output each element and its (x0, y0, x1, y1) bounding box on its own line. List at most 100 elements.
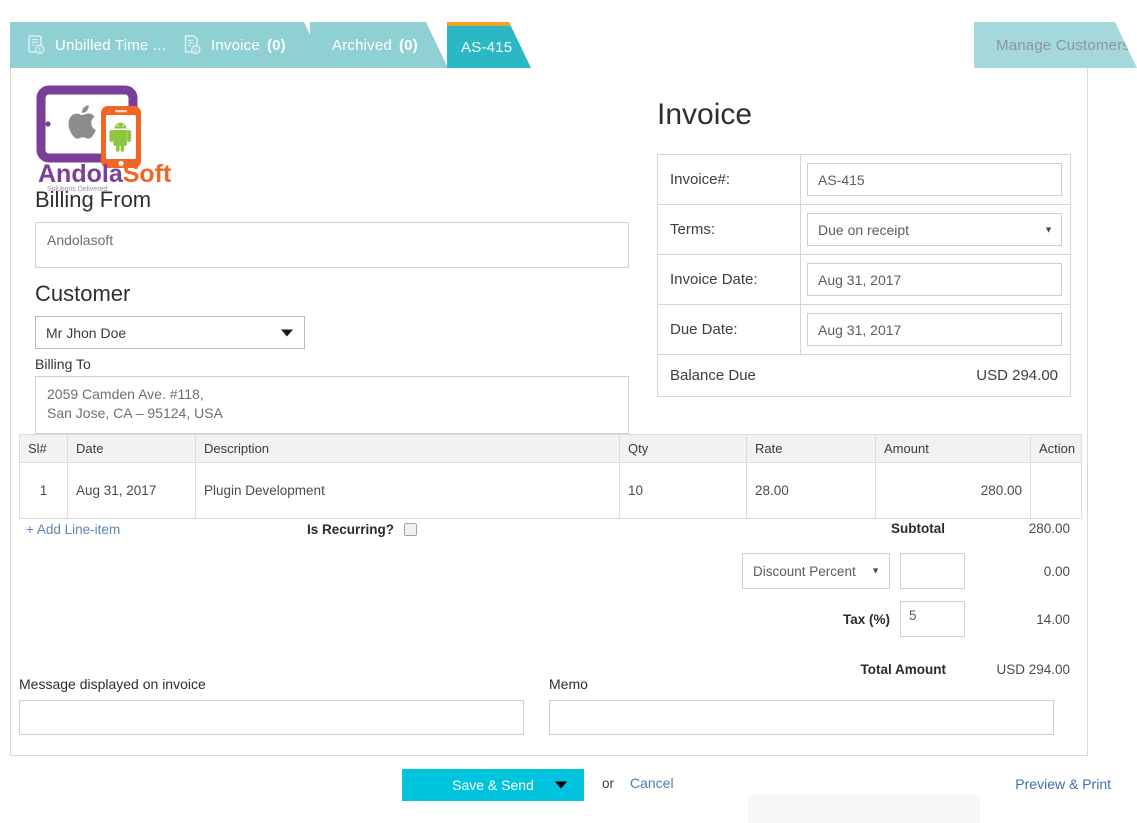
col-header-date: Date (67, 434, 196, 463)
billing-to-field[interactable]: 2059 Camden Ave. #118, San Jose, CA – 95… (35, 376, 629, 435)
tab-count: (0) (398, 36, 418, 54)
tab-as-415[interactable]: AS-415 (447, 22, 531, 68)
tab-label: Invoice (211, 36, 260, 54)
message-input[interactable] (19, 700, 524, 735)
cell-sl: 1 (19, 462, 68, 519)
table-row[interactable]: 1 Aug 31, 2017 Plugin Development 10 28.… (19, 462, 1082, 519)
tab-archived[interactable]: Archived (0) (310, 22, 448, 68)
logo-word-andola: Andola (38, 160, 124, 188)
line-items-section: Sl# Date Description Qty Rate Amount Act… (19, 434, 1082, 519)
subtotal-value: 280.00 (1028, 521, 1070, 536)
col-header-rate: Rate (746, 434, 876, 463)
message-label: Message displayed on invoice (19, 676, 206, 692)
tax-label: Tax (%) (842, 611, 890, 627)
tax-value: 14.00 (1036, 611, 1070, 627)
tab-label: Unbilled Time ... (55, 36, 166, 54)
chevron-down-icon (281, 329, 293, 337)
col-header-sl: Sl# (19, 434, 68, 463)
tab-invoice[interactable]: $ Invoice (0) (166, 22, 326, 68)
tax-row: Tax (%) 5 14.00 (611, 596, 1081, 642)
terms-row: Terms: Due on receipt ▼ (657, 204, 1071, 255)
is-recurring-group: Is Recurring? (307, 522, 418, 537)
billing-from-field[interactable]: Andolasoft (35, 222, 629, 269)
balance-due-value: USD 294.00 (976, 367, 1058, 384)
billing-to-label: Billing To (35, 356, 91, 373)
invoice-panel: AndolaSoft Solutions Delivered Billing F… (10, 68, 1088, 756)
invoice-date-input[interactable]: Aug 31, 2017 (807, 263, 1062, 296)
col-header-amount: Amount (875, 434, 1031, 463)
svg-text:$: $ (194, 47, 198, 54)
due-date-label: Due Date: (657, 304, 801, 355)
terms-value: Due on receipt (818, 221, 910, 238)
svg-text:$: $ (38, 47, 42, 54)
invoice-number-input[interactable]: AS-415 (807, 163, 1062, 196)
billing-from-heading: Billing From (35, 187, 152, 212)
memo-label: Memo (549, 676, 588, 692)
svg-text:AndolaSoft: AndolaSoft (38, 160, 172, 188)
invoice-dollar-icon: $ (28, 35, 45, 55)
due-date-row: Due Date: Aug 31, 2017 (657, 304, 1071, 355)
message-group: Message displayed on invoice (19, 676, 549, 735)
invoice-number-row: Invoice#: AS-415 (657, 154, 1071, 205)
save-and-send-button[interactable]: Save & Send (402, 769, 584, 801)
col-header-action: Action (1030, 434, 1082, 463)
discount-input[interactable] (900, 553, 965, 589)
discount-type-select[interactable]: Discount Percent ▼ (742, 553, 890, 589)
tax-input-value: 5 (909, 608, 917, 623)
invoice-dollar-icon: $ (184, 35, 201, 55)
invoice-details-table: Invoice#: AS-415 Terms: Due on receipt ▼ (657, 154, 1071, 397)
memo-group: Memo (549, 676, 1081, 735)
cell-amount: 280.00 (875, 462, 1031, 519)
preview-and-print-link[interactable]: Preview & Print (1015, 776, 1111, 792)
tax-input[interactable]: 5 (900, 601, 965, 637)
subtotal-row: Subtotal 280.00 (611, 513, 1081, 544)
manage-customers-label: Manage Customers (996, 36, 1131, 54)
cancel-link[interactable]: Cancel (630, 775, 674, 791)
logo-word-soft: Soft (123, 160, 172, 188)
col-header-qty: Qty (619, 434, 747, 463)
cell-date[interactable]: Aug 31, 2017 (67, 462, 196, 519)
billing-from-value: Andolasoft (47, 232, 114, 249)
invoice-details-section: Invoice Invoice#: AS-415 Terms: Due on r… (657, 98, 1071, 397)
billing-section: Billing From Andolasoft Customer Mr Jhon… (35, 187, 635, 435)
terms-label: Terms: (657, 204, 801, 255)
background-placeholder (748, 795, 980, 823)
due-date-input[interactable]: Aug 31, 2017 (807, 313, 1062, 346)
invoice-date-label: Invoice Date: (657, 254, 801, 305)
tab-unbilled-time[interactable]: $ Unbilled Time ... (10, 22, 188, 68)
line-items-table: Sl# Date Description Qty Rate Amount Act… (19, 434, 1082, 519)
chevron-down-icon: ▼ (1044, 224, 1053, 234)
subtotal-label: Subtotal (891, 521, 945, 536)
table-header-row: Sl# Date Description Qty Rate Amount Act… (19, 434, 1082, 463)
tab-manage-customers[interactable]: Manage Customers (974, 22, 1137, 68)
customer-heading: Customer (35, 281, 131, 307)
is-recurring-label: Is Recurring? (307, 522, 395, 537)
invoice-number-value: AS-415 (818, 171, 865, 188)
add-line-item-link[interactable]: + Add Line-item (26, 522, 120, 537)
invoice-date-row: Invoice Date: Aug 31, 2017 (657, 254, 1071, 305)
tab-label: Archived (332, 36, 392, 54)
billing-to-line2: San Jose, CA – 95124, USA (47, 405, 223, 422)
discount-type-value: Discount Percent (753, 563, 856, 579)
cell-qty[interactable]: 10 (619, 462, 747, 519)
invoice-number-label: Invoice#: (657, 154, 801, 205)
customer-selected-value: Mr Jhon Doe (46, 324, 127, 341)
chevron-down-icon[interactable] (555, 781, 567, 789)
customer-select[interactable]: Mr Jhon Doe (35, 316, 305, 350)
tab-count: (0) (266, 36, 286, 54)
or-separator: or (602, 776, 615, 791)
memo-input[interactable] (549, 700, 1054, 735)
notes-section: Message displayed on invoice Memo (19, 676, 1081, 735)
terms-select[interactable]: Due on receipt ▼ (807, 213, 1062, 246)
invoice-heading: Invoice (657, 98, 753, 131)
is-recurring-checkbox[interactable] (404, 523, 418, 536)
invoice-date-value: Aug 31, 2017 (818, 271, 902, 288)
totals-grid: Subtotal 280.00 Discount Percent ▼ 0.00 (611, 513, 1081, 686)
balance-due-row: Balance Due USD 294.00 (658, 355, 1071, 397)
chevron-down-icon: ▼ (871, 565, 880, 576)
balance-due-label: Balance Due (670, 367, 756, 384)
cell-description[interactable]: Plugin Development (195, 462, 620, 519)
billing-to-line1: 2059 Camden Ave. #118, (47, 386, 204, 403)
cell-rate[interactable]: 28.00 (746, 462, 876, 519)
cell-action[interactable] (1030, 462, 1082, 519)
